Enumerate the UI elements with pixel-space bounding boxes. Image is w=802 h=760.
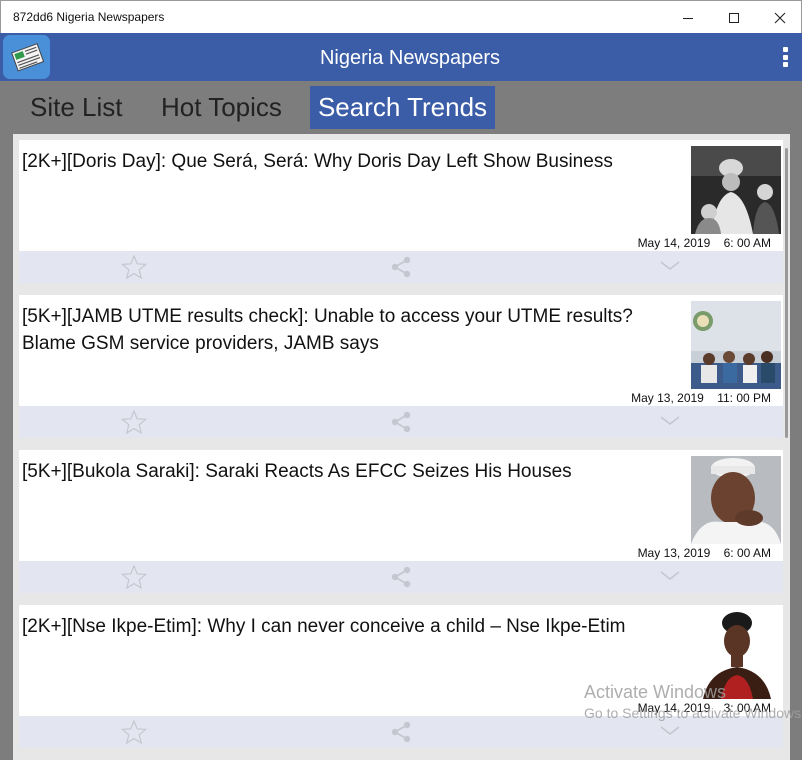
article-date: May 13, 2019: [631, 391, 704, 405]
article-date: May 14, 2019: [637, 236, 711, 250]
close-button[interactable]: [757, 1, 802, 34]
tab-site-list[interactable]: Site List: [16, 86, 137, 129]
expand-button[interactable]: [656, 718, 684, 744]
more-options-button[interactable]: [777, 44, 793, 70]
article-time: 6: 00 AM: [723, 546, 771, 560]
expand-button[interactable]: [656, 253, 684, 279]
minimize-icon: [683, 17, 693, 19]
article-timestamp: May 13, 2019 6: 00 AM: [638, 546, 771, 560]
tab-bar: Site List Hot Topics Search Trends: [0, 81, 802, 134]
article-card[interactable]: [2K+][Nse Ikpe-Etim]: Why I can never co…: [19, 605, 783, 748]
favorite-button[interactable]: [120, 564, 148, 590]
article-card[interactable]: [5K+][JAMB UTME results check]: Unable t…: [19, 295, 783, 438]
article-headline[interactable]: [5K+][Bukola Saraki]: Saraki Reacts As E…: [22, 458, 682, 485]
article-actions: [19, 561, 783, 593]
app-header: Nigeria Newspapers: [0, 33, 802, 81]
share-button[interactable]: [387, 409, 415, 435]
maximize-icon: [729, 12, 739, 23]
article-date: May 14, 2019: [637, 701, 711, 715]
app-title: Nigeria Newspapers: [319, 47, 501, 69]
star-icon: [121, 410, 147, 434]
article-actions: [19, 716, 783, 748]
tab-hot-topics[interactable]: Hot Topics: [147, 86, 296, 129]
close-icon: [774, 12, 786, 23]
article-thumbnail[interactable]: [691, 611, 781, 699]
article-thumbnail[interactable]: [691, 456, 781, 544]
article-timestamp: May 13, 2019 11: 00 PM: [631, 391, 771, 405]
maximize-button[interactable]: [711, 1, 757, 34]
expand-button[interactable]: [656, 408, 684, 434]
share-icon: [391, 256, 411, 278]
article-card[interactable]: [2K+][Doris Day]: Que Será, Será: Why Do…: [19, 140, 783, 283]
article-card[interactable]: [5K+][Bukola Saraki]: Saraki Reacts As E…: [19, 450, 783, 593]
minimize-button[interactable]: [665, 1, 711, 34]
window-titlebar: 872dd6 Nigeria Newspapers: [0, 0, 802, 33]
article-thumbnail[interactable]: [691, 146, 781, 234]
article-actions: [19, 406, 783, 438]
share-button[interactable]: [387, 564, 415, 590]
article-date: May 13, 2019: [637, 546, 711, 560]
share-icon: [391, 721, 411, 743]
favorite-button[interactable]: [120, 254, 148, 280]
article-headline[interactable]: [2K+][Nse Ikpe-Etim]: Why I can never co…: [22, 613, 682, 640]
share-button[interactable]: [387, 254, 415, 280]
share-icon: [391, 566, 411, 588]
share-icon: [391, 411, 411, 433]
chevron-down-icon: [660, 261, 680, 271]
article-list[interactable]: [2K+][Doris Day]: Que Será, Será: Why Do…: [13, 134, 790, 760]
chevron-down-icon: [660, 571, 680, 581]
scrollbar[interactable]: [785, 148, 788, 438]
star-icon: [121, 255, 147, 279]
article-headline[interactable]: [5K+][JAMB UTME results check]: Unable t…: [22, 303, 682, 357]
star-icon: [121, 720, 147, 744]
chevron-down-icon: [660, 416, 680, 426]
article-time: 6: 00 AM: [723, 236, 771, 250]
expand-button[interactable]: [656, 563, 684, 589]
article-actions: [19, 251, 783, 283]
article-headline[interactable]: [2K+][Doris Day]: Que Será, Será: Why Do…: [22, 148, 682, 175]
favorite-button[interactable]: [120, 719, 148, 745]
article-timestamp: May 14, 2019 6: 00 AM: [638, 236, 771, 250]
window-title: 872dd6 Nigeria Newspapers: [13, 10, 165, 24]
favorite-button[interactable]: [120, 409, 148, 435]
tab-search-trends[interactable]: Search Trends: [310, 86, 495, 129]
more-vertical-icon: [782, 47, 788, 52]
star-icon: [121, 565, 147, 589]
article-thumbnail[interactable]: [691, 301, 781, 389]
chevron-down-icon: [660, 726, 680, 736]
article-time: 3: 00 AM: [723, 701, 771, 715]
article-time: 11: 00 PM: [717, 391, 771, 405]
share-button[interactable]: [387, 719, 415, 745]
article-timestamp: May 14, 2019 3: 00 AM: [638, 701, 771, 715]
